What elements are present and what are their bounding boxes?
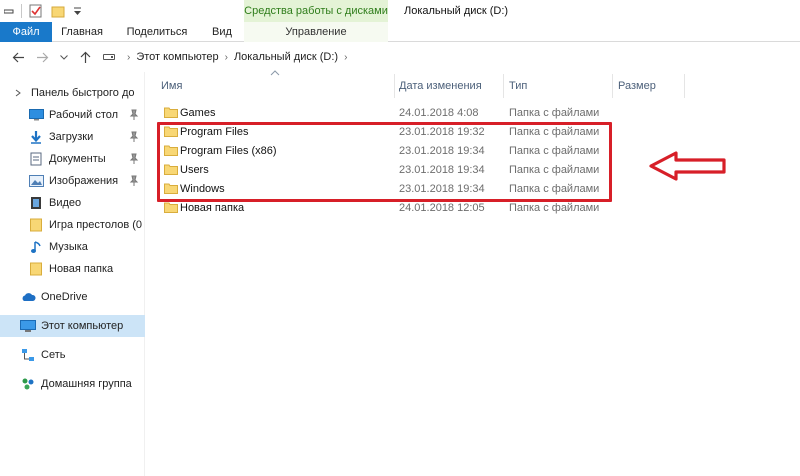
music-icon [28, 240, 44, 254]
video-icon [28, 196, 44, 210]
file-name: Games [180, 106, 216, 119]
pin-icon[interactable] [129, 175, 139, 187]
pin-icon[interactable] [129, 153, 139, 165]
title-bar: Средства работы с дисками Локальный диск… [0, 0, 800, 22]
nav-item-label: OneDrive [41, 291, 88, 303]
properties-icon[interactable] [25, 0, 47, 22]
quick-access-toolbar [0, 0, 86, 22]
drive-menu-icon[interactable] [0, 0, 18, 22]
nav-item-new-folder[interactable]: Новая папка [0, 258, 145, 280]
star-icon [10, 86, 26, 100]
recent-locations-chevron-icon[interactable] [58, 49, 70, 65]
nav-item-downloads[interactable]: Загрузки [0, 126, 145, 148]
column-divider[interactable] [612, 74, 613, 98]
network-icon [20, 348, 36, 362]
address-bar[interactable]: › Этот компьютер › Локальный диск (D:) › [97, 46, 800, 68]
annotation-highlight-box [157, 122, 612, 202]
nav-item-game-of-thrones[interactable]: Игра престолов (0 [0, 214, 145, 236]
folder-icon [28, 262, 44, 276]
tab-file[interactable]: Файл [0, 22, 52, 42]
column-header-date[interactable]: Дата изменения [399, 72, 482, 100]
nav-item-desktop[interactable]: Рабочий стол [0, 104, 145, 126]
desktop-icon [28, 108, 44, 122]
column-divider[interactable] [503, 74, 504, 98]
nav-item-quick-access[interactable]: Панель быстрого до [0, 82, 145, 104]
breadcrumb-separator-icon[interactable]: › [344, 52, 347, 63]
pin-icon[interactable] [129, 131, 139, 143]
nav-item-label: Документы [49, 153, 106, 165]
file-date: 24.01.2018 4:08 [399, 106, 479, 119]
breadcrumb-separator-icon[interactable]: › [225, 52, 228, 63]
customize-qat-icon[interactable] [69, 0, 86, 22]
up-arrow-icon[interactable] [77, 49, 93, 65]
folder-icon [164, 107, 178, 118]
column-divider[interactable] [394, 74, 395, 98]
nav-item-label: Панель быстрого до [31, 87, 135, 99]
nav-item-label: Изображения [49, 175, 119, 187]
nav-item-label: Игра престолов (0 [49, 219, 143, 231]
breadcrumb-this-pc[interactable]: Этот компьютер [136, 51, 218, 63]
annotation-arrow-icon [649, 151, 726, 181]
column-header-name[interactable]: Имя [161, 72, 182, 100]
nav-item-label: Этот компьютер [41, 320, 124, 332]
tab-view[interactable]: Вид [202, 22, 242, 42]
back-arrow-icon[interactable] [10, 49, 26, 65]
nav-item-video[interactable]: Видео [0, 192, 145, 214]
column-divider[interactable] [684, 74, 685, 98]
computer-icon [20, 319, 36, 333]
nav-item-label: Рабочий стол [49, 109, 119, 121]
column-header-size[interactable]: Размер [618, 72, 656, 100]
navigation-pane: Панель быстрого до Рабочий стол Загрузки… [0, 72, 145, 476]
folder-icon [28, 218, 44, 232]
nav-item-label: Домашняя группа [41, 378, 132, 390]
context-tab-group: Средства работы с дисками [244, 0, 388, 22]
file-date: 24.01.2018 12:05 [399, 201, 485, 214]
breadcrumb-local-disk[interactable]: Локальный диск (D:) [234, 51, 338, 63]
pictures-icon [28, 174, 44, 188]
folder-icon [164, 202, 178, 213]
window-title: Локальный диск (D:) [404, 5, 509, 17]
documents-icon [28, 152, 44, 166]
cloud-icon [20, 290, 36, 304]
nav-item-label: Загрузки [49, 131, 94, 143]
file-type: Папка с файлами [509, 106, 600, 119]
file-row-games[interactable]: Games 24.01.2018 4:08 Папка с файлами [160, 103, 610, 122]
pin-icon[interactable] [129, 109, 139, 121]
nav-item-label: Новая папка [49, 263, 114, 275]
nav-item-homegroup[interactable]: Домашняя группа [0, 373, 145, 395]
tab-share[interactable]: Поделиться [112, 22, 202, 42]
nav-item-music[interactable]: Музыка [0, 236, 145, 258]
sort-ascending-icon[interactable] [270, 70, 280, 76]
nav-item-network[interactable]: Сеть [0, 344, 145, 366]
ribbon-tabs: Файл Главная Поделиться Вид Управление [0, 22, 800, 42]
breadcrumb-separator-icon[interactable]: › [127, 52, 130, 63]
qat-divider [21, 4, 22, 18]
nav-item-onedrive[interactable]: OneDrive [0, 286, 145, 308]
file-name: Новая папка [180, 201, 245, 214]
drive-icon [103, 54, 115, 60]
tab-home[interactable]: Главная [52, 22, 112, 42]
homegroup-icon [20, 377, 36, 391]
download-icon [28, 130, 44, 144]
forward-arrow-icon[interactable] [34, 49, 50, 65]
column-header-type[interactable]: Тип [509, 72, 527, 100]
tab-manage[interactable]: Управление [244, 22, 388, 42]
new-folder-icon[interactable] [47, 0, 69, 22]
nav-item-label: Музыка [49, 241, 88, 253]
file-type: Папка с файлами [509, 201, 600, 214]
nav-item-pictures[interactable]: Изображения [0, 170, 145, 192]
nav-item-label: Видео [49, 197, 82, 209]
nav-item-documents[interactable]: Документы [0, 148, 145, 170]
nav-item-label: Сеть [41, 349, 66, 361]
nav-item-this-pc[interactable]: Этот компьютер [0, 315, 145, 337]
